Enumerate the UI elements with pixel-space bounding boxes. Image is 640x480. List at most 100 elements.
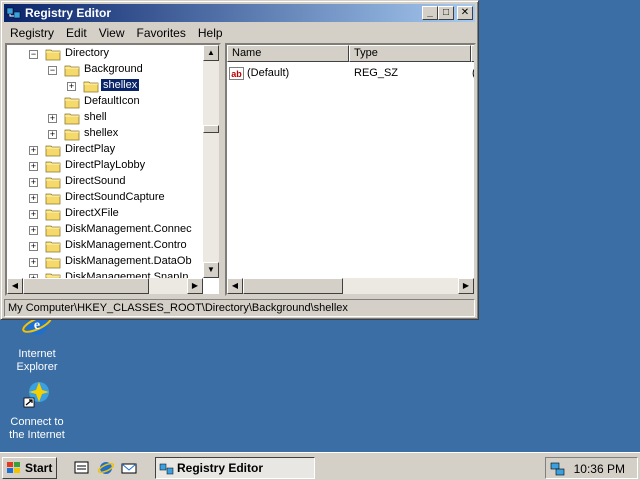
desktop-icon-label: Explorer xyxy=(16,361,58,373)
tree-node-label[interactable]: shell xyxy=(82,111,109,123)
list-header: Name Type D xyxy=(227,45,474,62)
close-button[interactable]: ✕ xyxy=(457,6,473,20)
values-list[interactable]: Name Type D ab (Default) REG_SZ ( ◀ ▶ xyxy=(225,43,476,296)
folder-icon xyxy=(64,127,80,141)
expand-icon[interactable]: + xyxy=(29,242,38,251)
menu-favorites[interactable]: Favorites xyxy=(131,23,192,40)
collapse-icon[interactable]: − xyxy=(48,66,57,75)
collapse-icon[interactable]: − xyxy=(29,50,38,59)
folder-icon xyxy=(45,47,61,61)
folder-icon xyxy=(45,239,61,253)
tree-node-label[interactable]: DiskManagement.Connec xyxy=(63,223,194,235)
tree-node[interactable]: + shell xyxy=(7,110,203,126)
minimize-button[interactable]: _ xyxy=(422,6,438,20)
connect-internet-icon xyxy=(23,382,49,408)
scroll-left-button[interactable]: ◀ xyxy=(7,278,23,294)
desktop-icon-label: Connect to xyxy=(10,416,64,428)
desktop-icon-label: the Internet xyxy=(9,429,65,441)
internet-explorer-icon[interactable] xyxy=(97,459,115,477)
expand-icon[interactable]: + xyxy=(29,146,38,155)
expand-icon[interactable]: + xyxy=(48,130,57,139)
tree-node[interactable]: − Background xyxy=(7,62,203,78)
column-type[interactable]: Type xyxy=(349,45,471,62)
tree-node-label[interactable]: DirectXFile xyxy=(63,207,121,219)
tree-node-label[interactable]: DirectSound xyxy=(63,175,128,187)
show-desktop-icon[interactable] xyxy=(73,459,91,477)
column-name[interactable]: Name xyxy=(227,45,349,62)
expand-icon[interactable]: + xyxy=(29,194,38,203)
tree-node-label[interactable]: DirectSoundCapture xyxy=(63,191,167,203)
system-tray: 10:36 PM xyxy=(545,457,638,479)
tree-node[interactable]: + DiskManagement.DataOb xyxy=(7,254,203,270)
expand-icon[interactable]: + xyxy=(29,162,38,171)
registry-tree[interactable]: − Directory − Background + shellex DefaultIcon… xyxy=(5,43,221,296)
expand-icon[interactable]: + xyxy=(29,210,38,219)
network-icon[interactable] xyxy=(550,461,566,477)
folder-icon xyxy=(45,143,61,157)
menu-registry[interactable]: Registry xyxy=(4,23,60,40)
scroll-thumb[interactable] xyxy=(23,278,149,294)
folder-icon xyxy=(45,191,61,205)
expand-icon[interactable]: + xyxy=(48,114,57,123)
clock[interactable]: 10:36 PM xyxy=(574,462,625,476)
folder-icon xyxy=(45,175,61,189)
tree-node[interactable]: + DirectXFile xyxy=(7,206,203,222)
expand-icon[interactable]: + xyxy=(67,82,76,91)
tree-node-label[interactable]: Background xyxy=(82,63,145,75)
registry-editor-icon xyxy=(159,463,174,475)
menu-edit[interactable]: Edit xyxy=(60,23,93,40)
expand-icon[interactable]: + xyxy=(29,178,38,187)
scroll-thumb[interactable] xyxy=(243,278,343,294)
folder-icon xyxy=(83,79,99,93)
tree-node[interactable]: + DirectPlay xyxy=(7,142,203,158)
menu-view[interactable]: View xyxy=(93,23,131,40)
folder-icon xyxy=(45,255,61,269)
title-bar[interactable]: Registry Editor _ □ ✕ xyxy=(4,4,475,22)
scroll-right-button[interactable]: ▶ xyxy=(187,278,203,294)
tree-vertical-scrollbar[interactable]: ▲ ▼ xyxy=(203,45,219,278)
folder-icon xyxy=(64,95,80,109)
scroll-up-button[interactable]: ▲ xyxy=(203,45,219,61)
tree-node-label[interactable]: DiskManagement.Contro xyxy=(63,239,189,251)
outlook-express-icon[interactable] xyxy=(120,459,138,477)
expand-icon[interactable]: + xyxy=(29,258,38,267)
tree-node-label[interactable]: Directory xyxy=(63,47,111,59)
list-item[interactable]: ab (Default) REG_SZ ( xyxy=(229,66,474,82)
desktop-icon-connect-internet[interactable]: Connect to the Internet xyxy=(0,378,74,442)
start-button[interactable]: Start xyxy=(2,457,57,479)
tree-node[interactable]: DefaultIcon xyxy=(7,94,203,110)
scroll-right-button[interactable]: ▶ xyxy=(458,278,474,294)
scroll-down-button[interactable]: ▼ xyxy=(203,262,219,278)
tree-node-label[interactable]: DirectPlay xyxy=(63,143,117,155)
start-label: Start xyxy=(25,461,53,475)
registry-editor-window: Registry Editor _ □ ✕ Registry Edit View Fa… xyxy=(0,0,479,320)
folder-icon xyxy=(45,159,61,173)
menu-help[interactable]: Help xyxy=(192,23,229,40)
tree-horizontal-scrollbar[interactable]: ◀ ▶ xyxy=(7,278,203,294)
tree-node-label[interactable]: shellex xyxy=(82,127,120,139)
windows-logo-icon xyxy=(7,462,20,473)
taskbar-button-registry-editor[interactable]: Registry Editor xyxy=(155,457,315,479)
taskbar: Start Registry Editor 10:36 PM xyxy=(0,452,640,480)
tree-node-label[interactable]: shellex xyxy=(99,78,141,92)
tree-node[interactable]: + DirectSound xyxy=(7,174,203,190)
tree-node-label[interactable]: DirectPlayLobby xyxy=(63,159,147,171)
tree-node-label[interactable]: DiskManagement.DataOb xyxy=(63,255,194,267)
scroll-thumb[interactable] xyxy=(203,125,219,133)
expand-icon[interactable]: + xyxy=(29,226,38,235)
taskbar-button-label: Registry Editor xyxy=(177,461,264,475)
column-data[interactable]: D xyxy=(471,45,474,62)
tree-node[interactable]: + shellex xyxy=(7,78,203,94)
tree-node[interactable]: + DiskManagement.Contro xyxy=(7,238,203,254)
maximize-button[interactable]: □ xyxy=(438,6,454,20)
list-horizontal-scrollbar[interactable]: ◀ ▶ xyxy=(227,278,474,294)
tree-node[interactable]: + DirectPlayLobby xyxy=(7,158,203,174)
tree-node[interactable]: + DirectSoundCapture xyxy=(7,190,203,206)
tree-node[interactable]: + DiskManagement.Connec xyxy=(7,222,203,238)
scroll-left-button[interactable]: ◀ xyxy=(227,278,243,294)
value-type: REG_SZ xyxy=(354,67,399,79)
tree-node-label[interactable]: DefaultIcon xyxy=(82,95,142,107)
svg-text:e: e xyxy=(34,318,40,333)
tree-node[interactable]: − Directory xyxy=(7,46,203,62)
tree-node[interactable]: + shellex xyxy=(7,126,203,142)
